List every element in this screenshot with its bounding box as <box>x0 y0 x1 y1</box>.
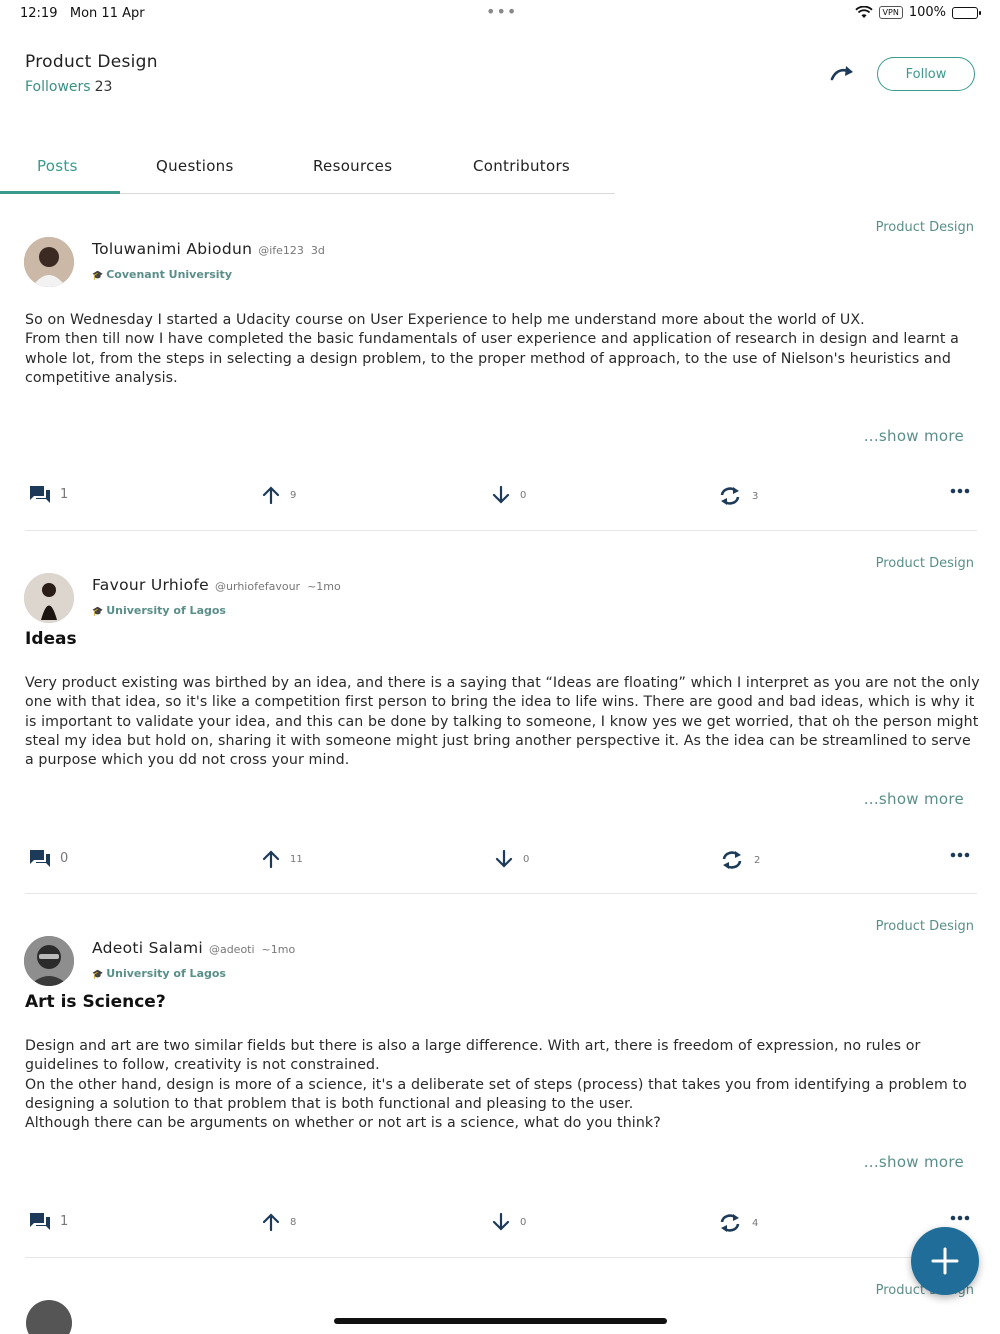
repost-button[interactable]: 3 <box>718 486 758 506</box>
downvote-button[interactable]: 0 <box>495 850 529 868</box>
active-tab-indicator <box>0 191 120 194</box>
comment-count: 0 <box>60 851 69 866</box>
post-actions: 1 9 0 3 <box>0 486 1000 510</box>
downvote-count: 0 <box>520 489 527 501</box>
downvote-icon <box>492 1213 510 1231</box>
author-university: 🎓 University of Lagos <box>92 604 226 617</box>
upvote-icon <box>262 1213 280 1231</box>
battery-percent: 100% <box>908 5 946 20</box>
downvote-button[interactable]: 0 <box>492 1213 526 1231</box>
follow-button[interactable]: Follow <box>877 57 975 91</box>
repost-count: 4 <box>752 1217 759 1229</box>
comment-button[interactable]: 1 <box>30 486 68 503</box>
battery-icon <box>952 6 981 19</box>
post-author[interactable]: Toluwanimi Abiodun @ife123 3d <box>92 240 325 258</box>
followers-count: 23 <box>94 79 113 95</box>
more-icon[interactable] <box>950 1215 970 1221</box>
comment-button[interactable]: 1 <box>30 1213 68 1230</box>
post-divider <box>25 1257 977 1258</box>
tab-contributors[interactable]: Contributors <box>473 157 570 175</box>
repost-button[interactable]: 4 <box>718 1213 758 1233</box>
vpn-badge: VPN <box>878 6 903 19</box>
comment-button[interactable]: 0 <box>30 850 68 867</box>
comment-icon <box>30 1213 50 1230</box>
author-handle: @ife123 3d <box>258 244 325 257</box>
status-bar: 12:19 Mon 11 Apr ••• VPN 100% <box>0 0 1000 28</box>
comment-icon <box>30 850 50 867</box>
post-category[interactable]: Product Design <box>876 556 974 571</box>
tab-posts[interactable]: Posts <box>37 157 78 175</box>
show-more-link[interactable]: ...show more <box>864 427 964 445</box>
tab-resources[interactable]: Resources <box>313 157 392 175</box>
avatar[interactable] <box>24 573 74 623</box>
home-indicator[interactable] <box>334 1318 667 1324</box>
avatar[interactable] <box>26 1300 72 1334</box>
repost-button[interactable]: 2 <box>720 850 760 870</box>
author-name: Favour Urhiofe <box>92 576 210 594</box>
add-icon <box>931 1247 959 1275</box>
author-name: Toluwanimi Abiodun <box>92 240 253 258</box>
tab-bar: Posts Questions Resources Contributors <box>0 145 615 194</box>
downvote-icon <box>492 486 510 504</box>
status-time: 12:19 Mon 11 Apr <box>20 6 145 21</box>
tab-questions[interactable]: Questions <box>156 157 234 175</box>
upvote-count: 9 <box>290 489 297 501</box>
comment-count: 1 <box>60 1214 69 1229</box>
downvote-count: 0 <box>523 853 530 865</box>
repost-icon <box>722 851 742 869</box>
repost-count: 3 <box>752 490 759 502</box>
post-body: Design and art are two similar fields bu… <box>25 1038 967 1132</box>
downvote-icon <box>495 850 513 868</box>
followers-info: Followers 23 <box>25 79 112 95</box>
author-handle: @urhiofefavour ~1mo <box>215 580 341 593</box>
upvote-count: 8 <box>290 1216 297 1228</box>
downvote-button[interactable]: 0 <box>492 486 526 504</box>
more-icon[interactable] <box>950 488 970 494</box>
page-title: Product Design <box>25 52 158 72</box>
show-more-link[interactable]: ...show more <box>864 790 964 808</box>
upvote-button[interactable]: 9 <box>262 486 296 504</box>
graduation-cap-icon: 🎓 <box>92 607 104 617</box>
share-icon[interactable] <box>830 64 856 84</box>
post-heading: Art is Science? <box>25 992 166 1012</box>
repost-icon <box>720 487 740 505</box>
post-body: Very product existing was birthed by an … <box>25 675 980 769</box>
downvote-count: 0 <box>520 1216 527 1228</box>
page: 12:19 Mon 11 Apr ••• VPN 100% Product De… <box>0 0 1000 1334</box>
more-icon[interactable] <box>950 852 970 858</box>
upvote-button[interactable]: 11 <box>262 850 303 868</box>
graduation-cap-icon: 🎓 <box>92 271 104 281</box>
graduation-cap-icon: 🎓 <box>92 970 104 980</box>
post-divider <box>25 530 977 531</box>
post-divider <box>25 893 977 894</box>
comment-icon <box>30 486 50 503</box>
upvote-button[interactable]: 8 <box>262 1213 296 1231</box>
wifi-icon <box>854 6 873 18</box>
post-actions: 1 8 0 4 <box>0 1213 1000 1237</box>
add-post-button[interactable] <box>911 1227 979 1295</box>
repost-icon <box>720 1214 740 1232</box>
post-author[interactable]: Adeoti Salami @adeoti ~1mo <box>92 939 295 957</box>
upvote-icon <box>262 486 280 504</box>
avatar[interactable] <box>24 936 74 986</box>
post-category[interactable]: Product Design <box>876 919 974 934</box>
repost-count: 2 <box>754 854 761 866</box>
post-author[interactable]: Favour Urhiofe @urhiofefavour ~1mo <box>92 576 341 594</box>
upvote-icon <box>262 850 280 868</box>
avatar[interactable] <box>24 237 74 287</box>
post-category[interactable]: Product Design <box>876 220 974 235</box>
post-heading: Ideas <box>25 629 77 649</box>
upvote-count: 11 <box>290 853 303 865</box>
post-body: So on Wednesday I started a Udacity cour… <box>25 312 959 386</box>
multitask-dots-icon[interactable]: ••• <box>486 2 517 21</box>
author-handle: @adeoti ~1mo <box>208 943 296 956</box>
author-name: Adeoti Salami <box>92 939 203 957</box>
author-university: 🎓 University of Lagos <box>92 967 226 980</box>
show-more-link[interactable]: ...show more <box>864 1153 964 1171</box>
status-indicators: VPN 100% <box>854 5 981 20</box>
comment-count: 1 <box>60 487 69 502</box>
followers-label: Followers <box>25 79 91 95</box>
post-actions: 0 11 0 2 <box>0 850 1000 874</box>
author-university: 🎓 Covenant University <box>92 268 232 281</box>
